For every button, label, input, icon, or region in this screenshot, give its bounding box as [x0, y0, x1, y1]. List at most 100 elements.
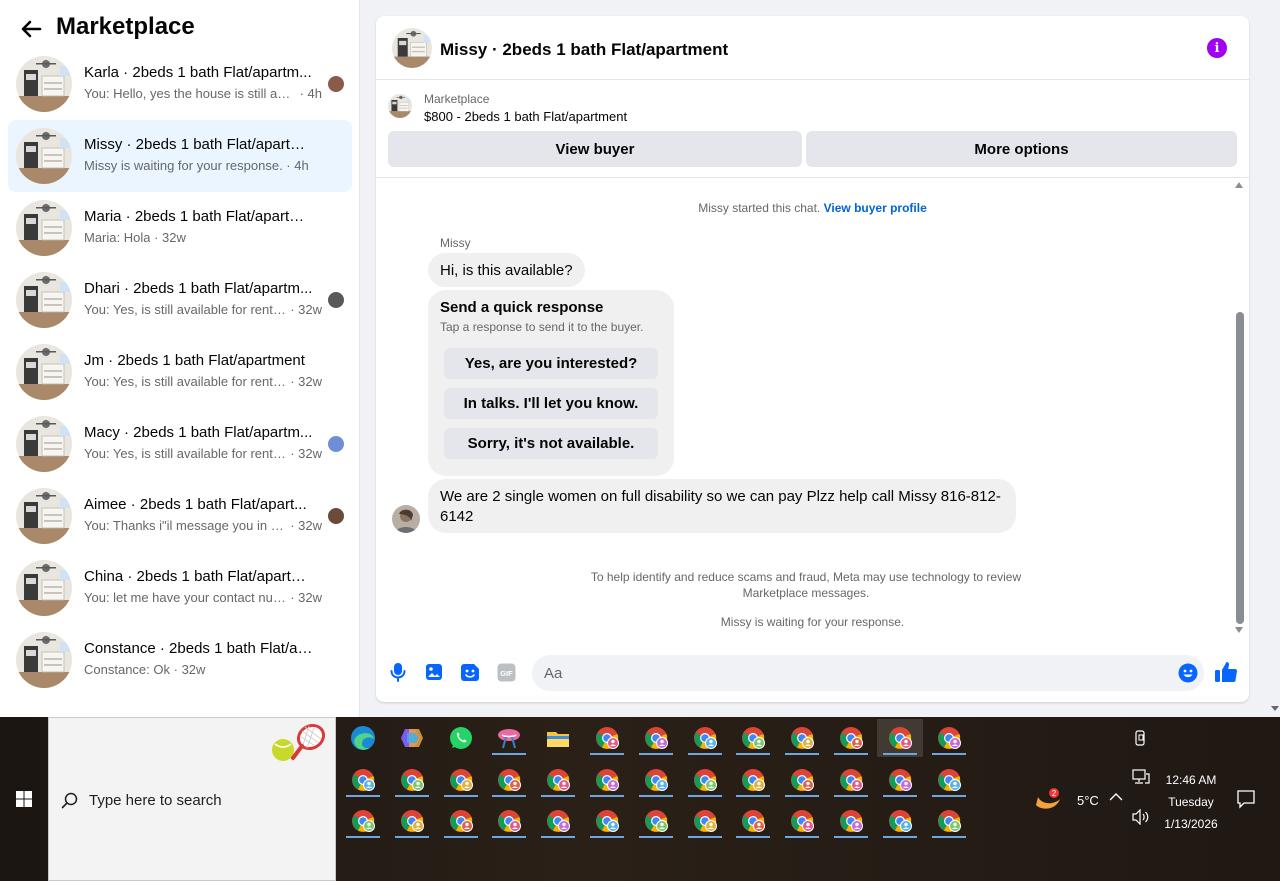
chrome-profile-icon[interactable] [633, 719, 679, 757]
running-indicator [590, 836, 624, 838]
chrome-profile-icon[interactable] [438, 761, 484, 799]
chrome-profile-icon[interactable] [730, 719, 776, 757]
chrome-profile-icon[interactable] [535, 802, 581, 840]
photo-icon[interactable] [424, 662, 444, 682]
quick-response-yes[interactable]: Yes, are you interested? [444, 348, 658, 379]
chrome-profile-icon[interactable] [486, 761, 532, 799]
message-thread[interactable]: Missy started this chat. View buyer prof… [376, 179, 1249, 639]
chrome-profile-icon[interactable] [340, 761, 386, 799]
chat-title[interactable]: Missy · 2beds 1 bath Flat/apartment [440, 40, 728, 60]
conversation-item[interactable]: Aimee · 2beds 1 bath Flat/apart... You: T… [8, 480, 352, 552]
gif-icon[interactable]: GIF [496, 662, 516, 682]
back-button[interactable] [16, 14, 46, 44]
running-indicator [638, 794, 673, 797]
taskbar-search[interactable]: Type here to search [48, 717, 336, 881]
sender-avatar[interactable] [392, 505, 420, 533]
whatsapp-icon[interactable] [438, 719, 484, 757]
message-input[interactable] [544, 655, 1164, 691]
windows-logo-icon [16, 791, 32, 807]
thumbs-up-icon[interactable] [1214, 660, 1238, 684]
clock-date: 1/13/2026 [1164, 817, 1218, 831]
separator-dot: · [170, 662, 182, 677]
chrome-profile-icon[interactable] [682, 802, 728, 840]
conversation-thumbnail [16, 344, 72, 400]
chrome-profile-icon[interactable] [730, 802, 776, 840]
sticker-icon[interactable] [460, 662, 480, 682]
view-buyer-profile-link[interactable]: View buyer profile [824, 201, 927, 215]
quick-response-in-talks[interactable]: In talks. I'll let you know. [444, 388, 658, 419]
chrome-profile-icon[interactable] [389, 761, 435, 799]
message-bubble[interactable]: We are 2 single women on full disability… [428, 479, 1016, 533]
edge-icon[interactable] [340, 719, 386, 757]
notification-center-icon[interactable] [1236, 789, 1258, 811]
chrome-profile-icon[interactable] [389, 802, 435, 840]
chrome-profile-icon[interactable] [633, 802, 679, 840]
chrome-profile-icon[interactable] [438, 802, 484, 840]
conversation-time: 32w [181, 662, 206, 677]
message-bubble[interactable]: Hi, is this available? [428, 253, 585, 287]
running-indicator [931, 836, 966, 838]
quick-response-not-available[interactable]: Sorry, it's not available. [444, 428, 658, 459]
volume-icon[interactable] [1132, 808, 1152, 829]
conversation-item[interactable]: China · 2beds 1 bath Flat/apartment You: … [8, 552, 352, 624]
meet-now-icon[interactable] [1132, 729, 1152, 749]
chrome-profile-icon[interactable] [926, 719, 972, 757]
conversation-time: 32w [298, 374, 322, 389]
network-icon[interactable] [1132, 769, 1152, 789]
chrome-profile-icon[interactable] [877, 761, 923, 799]
view-buyer-button[interactable]: View buyer [388, 131, 802, 167]
conversation-preview: Maria: Hola [84, 230, 151, 245]
conversation-item[interactable]: Jm · 2beds 1 bath Flat/apartment You: Yes… [8, 336, 352, 408]
listing-price[interactable]: $800 - 2beds 1 bath Flat/apartment [424, 109, 627, 124]
chrome-profile-icon[interactable] [682, 719, 728, 757]
scroll-up-arrow[interactable] [1235, 182, 1243, 188]
chrome-profile-icon[interactable] [828, 802, 874, 840]
chrome-profile-icon[interactable] [877, 802, 923, 840]
conversation-preview: You: let me have your contact numb... [84, 590, 287, 605]
conversation-item[interactable]: Dhari · 2beds 1 bath Flat/apartm... You: … [8, 264, 352, 336]
more-options-button[interactable]: More options [806, 131, 1237, 167]
system-clock[interactable]: 12:46 AM Tuesday 1/13/2026 [1156, 769, 1226, 835]
chevron-up-icon[interactable] [1108, 789, 1128, 809]
chrome-profile-icon[interactable] [584, 719, 630, 757]
page-scroll-down-arrow[interactable] [1271, 706, 1279, 711]
chrome-profile-icon[interactable] [926, 761, 972, 799]
chrome-profile-icon[interactable] [779, 802, 825, 840]
conversation-item[interactable]: Constance · 2beds 1 bath Flat/apar... Con… [8, 624, 352, 696]
emoji-icon[interactable] [1178, 663, 1198, 683]
chrome-profile-icon[interactable] [828, 761, 874, 799]
conversation-name: Aimee · 2beds 1 bath Flat/apart... [84, 496, 307, 513]
chrome-profile-icon[interactable] [584, 802, 630, 840]
conversation-item[interactable]: Maria · 2beds 1 bath Flat/apartment Maria… [8, 192, 352, 264]
conversation-item[interactable]: Karla · 2beds 1 bath Flat/apartm... You: … [8, 48, 352, 120]
chrome-profile-icon[interactable] [633, 761, 679, 799]
message-composer: GIF [376, 652, 1249, 692]
conversation-snippet: You: Hello, yes the house is still ava..… [84, 86, 322, 101]
chrome-profile-icon[interactable] [682, 761, 728, 799]
chrome-profile-icon[interactable] [584, 761, 630, 799]
copilot-icon[interactable] [389, 719, 435, 757]
chrome-profile-icon[interactable] [876, 719, 923, 757]
chrome-profile-icon[interactable] [926, 802, 972, 840]
start-button[interactable] [0, 717, 48, 881]
chrome-profile-icon[interactable] [779, 761, 825, 799]
microphone-icon[interactable] [388, 662, 408, 682]
conversation-preview: You: Yes, is still available for rent. .… [84, 446, 287, 461]
chrome-profile-icon[interactable] [340, 802, 386, 840]
meta-scam-notice: To help identify and reduce scams and fr… [590, 570, 1022, 600]
listing-thumbnail[interactable] [388, 94, 412, 118]
conversation-item[interactable]: Missy · 2beds 1 bath Flat/apartment Missy… [8, 120, 352, 192]
chrome-profile-icon[interactable] [730, 761, 776, 799]
conversation-item[interactable]: Macy · 2beds 1 bath Flat/apartm... You: Y… [8, 408, 352, 480]
listing-avatar[interactable] [392, 28, 432, 68]
chrome-profile-icon[interactable] [779, 719, 825, 757]
running-indicator [882, 836, 917, 838]
page-title: Marketplace [56, 13, 195, 40]
chrome-profile-icon[interactable] [828, 719, 874, 757]
snipping-tool-icon[interactable] [486, 719, 532, 757]
chrome-profile-icon[interactable] [535, 761, 581, 799]
chrome-profile-icon[interactable] [486, 802, 532, 840]
file-explorer-icon[interactable] [535, 719, 581, 757]
scrollbar-thumb[interactable] [1236, 312, 1244, 624]
info-icon[interactable]: i [1207, 38, 1227, 58]
